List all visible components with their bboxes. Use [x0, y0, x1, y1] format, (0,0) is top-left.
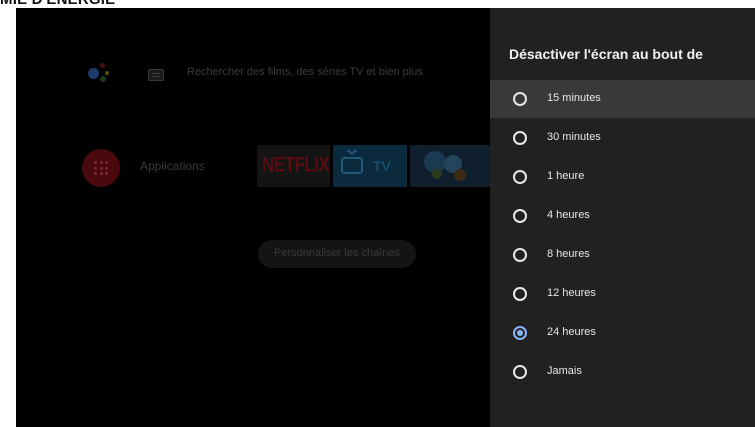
- search-hint[interactable]: Rechercher des films, des séries TV et b…: [187, 66, 423, 78]
- radio-button-icon[interactable]: [513, 248, 527, 262]
- radio-button-icon[interactable]: [513, 170, 527, 184]
- option-12-heures[interactable]: 12 heures: [490, 275, 755, 313]
- option-label: 12 heures: [547, 287, 596, 299]
- radio-button-icon[interactable]: [513, 131, 527, 145]
- tv-tile[interactable]: TV: [333, 145, 407, 187]
- netflix-logo: NETFLIX: [262, 152, 330, 177]
- radio-button-icon[interactable]: [513, 209, 527, 223]
- radio-button-icon[interactable]: [513, 92, 527, 106]
- tv-screen: Rechercher des films, des séries TV et b…: [16, 8, 755, 427]
- option-30-minutes[interactable]: 30 minutes: [490, 119, 755, 157]
- option-label: 8 heures: [547, 248, 590, 260]
- settings-panel: Désactiver l'écran au bout de 15 minutes…: [490, 8, 755, 427]
- radio-button-icon[interactable]: [513, 365, 527, 379]
- apps-icon[interactable]: [82, 149, 120, 187]
- radio-button-checked-icon[interactable]: [513, 326, 527, 340]
- option-4-heures[interactable]: 4 heures: [490, 197, 755, 235]
- option-24-heures[interactable]: 24 heures: [490, 314, 755, 352]
- option-label: 24 heures: [547, 326, 596, 338]
- apps-label: Applications: [140, 159, 205, 173]
- option-label: 15 minutes: [547, 92, 601, 104]
- page-heading: MIE D'ÉNERGIE: [0, 0, 115, 8]
- keyboard-icon[interactable]: [148, 69, 164, 81]
- option-label: Jamais: [547, 365, 582, 377]
- home-screen-dimmed: Rechercher des films, des séries TV et b…: [16, 8, 490, 427]
- customize-channels-button[interactable]: Personnaliser les chaînes: [258, 240, 416, 268]
- option-label: 30 minutes: [547, 131, 601, 143]
- radio-button-icon[interactable]: [513, 287, 527, 301]
- netflix-tile[interactable]: NETFLIX: [257, 145, 330, 187]
- option-15-minutes[interactable]: 15 minutes: [490, 80, 755, 118]
- game-tile[interactable]: [410, 145, 490, 187]
- option-8-heures[interactable]: 8 heures: [490, 236, 755, 274]
- customize-channels-label: Personnaliser les chaînes: [274, 247, 400, 259]
- tv-icon: [341, 157, 363, 174]
- option-label: 1 heure: [547, 170, 585, 182]
- option-1-heure[interactable]: 1 heure: [490, 158, 755, 196]
- google-assistant-icon[interactable]: [88, 61, 118, 89]
- panel-title: Désactiver l'écran au bout de: [509, 46, 703, 62]
- option-label: 4 heures: [547, 209, 590, 221]
- option-jamais[interactable]: Jamais: [490, 353, 755, 391]
- tv-tile-label: TV: [373, 158, 391, 174]
